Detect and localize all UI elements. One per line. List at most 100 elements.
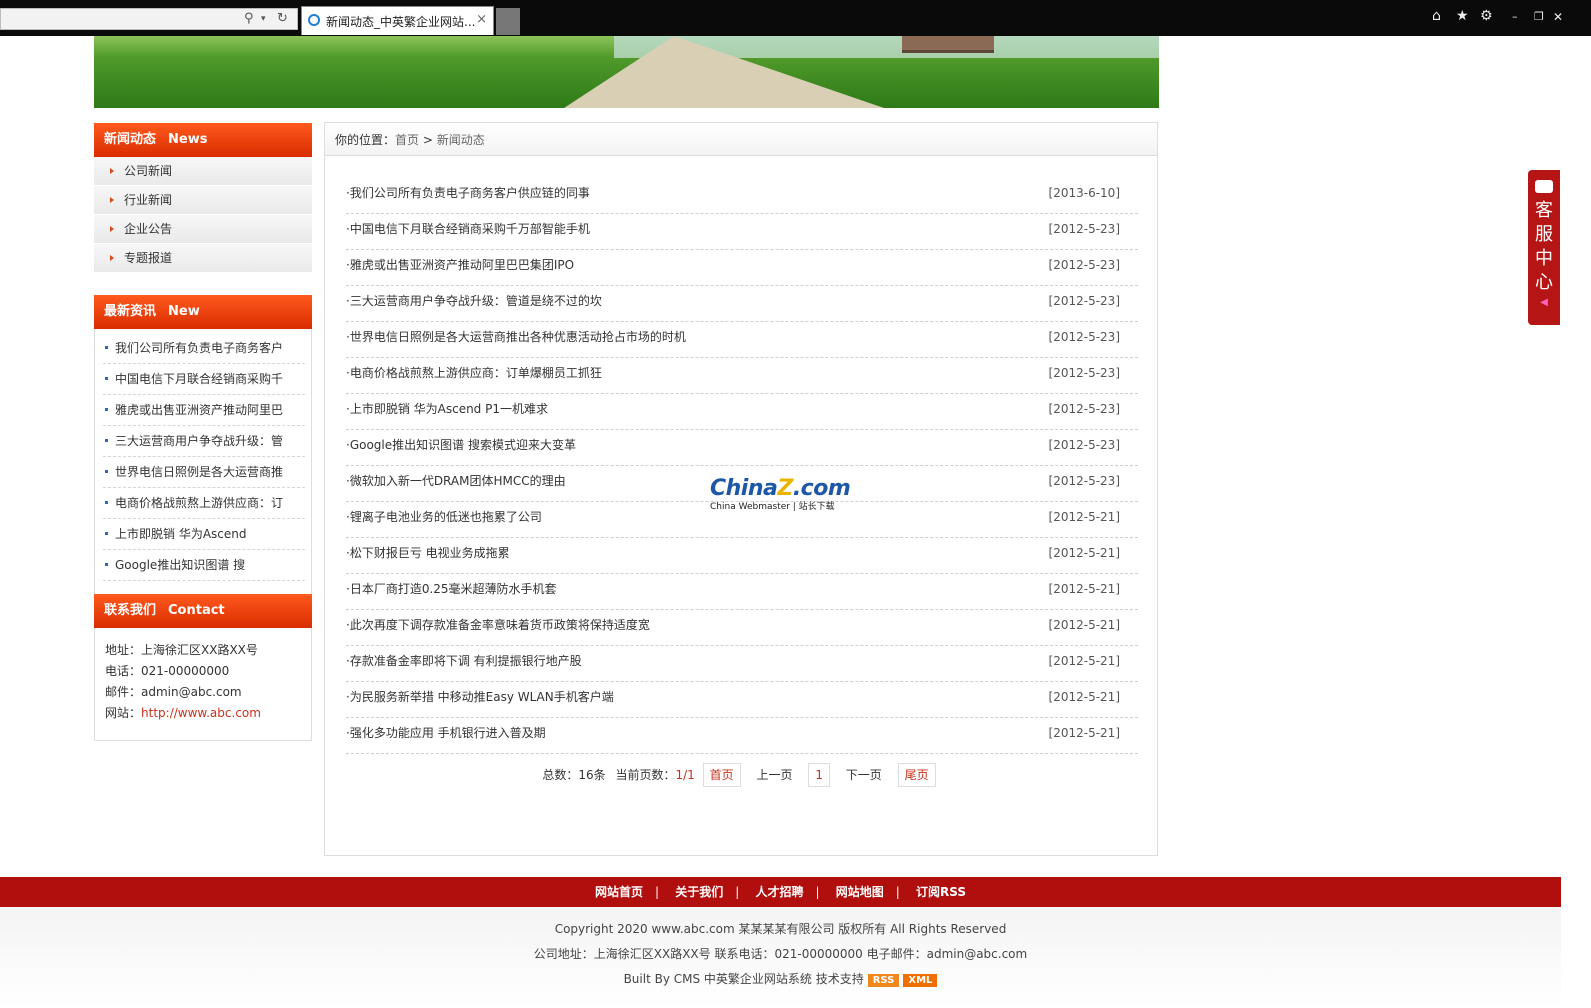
home-icon[interactable]: ⌂ <box>1432 8 1441 24</box>
footer-link-sitemap[interactable]: 网站地图 <box>836 885 884 899</box>
watermark-brand-b: .com <box>792 476 851 501</box>
article-title[interactable]: ·存款准备金率即将下调 有利提振银行地产股 <box>346 646 582 677</box>
refresh-icon[interactable]: ↻ <box>277 11 288 26</box>
article-title[interactable]: ·日本厂商打造0.25毫米超薄防水手机套 <box>346 574 557 605</box>
article-row[interactable]: ·三大运营商用户争夺战升级：管道是绕不过的坎 [2012-5-23] <box>346 286 1138 322</box>
article-title[interactable]: ·电商价格战煎熬上游供应商：订单爆棚员工抓狂 <box>346 358 602 389</box>
contact-website: 网站：http://www.abc.com <box>105 703 301 724</box>
article-row[interactable]: ·Google推出知识图谱 搜索模式迎来大变革 [2012-5-23] <box>346 430 1138 466</box>
category-company-news[interactable]: 公司新闻 <box>94 157 312 186</box>
browser-toolbar: ⚲ ▾ ↻ 新闻动态_中英繁企业网站... × ⌂ ★ ⚙ – ❐ ✕ <box>0 0 1591 36</box>
search-icon[interactable]: ⚲ <box>244 11 254 26</box>
footer-link-home[interactable]: 网站首页 <box>595 885 643 899</box>
latest-item[interactable]: 上市即脱销 华为Ascend <box>103 519 305 550</box>
article-date: [2012-5-21] <box>1048 546 1120 560</box>
watermark-brand-z: Z <box>777 476 793 501</box>
article-date: [2012-5-23] <box>1048 474 1120 488</box>
collapse-arrow-icon[interactable]: ◀ <box>1528 297 1560 308</box>
contact-info: 地址：上海徐汇区XX路XX号 电话：021-00000000 邮件：admin@… <box>94 628 312 741</box>
latest-section-title: 最新资讯 <box>104 304 157 319</box>
site-banner <box>94 36 1159 108</box>
address-bar[interactable]: ⚲ ▾ ↻ <box>0 8 298 30</box>
latest-item[interactable]: 雅虎或出售亚洲资产推动阿里巴 <box>103 395 305 426</box>
article-date: [2012-5-23] <box>1048 258 1120 272</box>
article-row[interactable]: ·松下财报巨亏 电视业务成拖累 [2012-5-21] <box>346 538 1138 574</box>
tab-title: 新闻动态_中英繁企业网站... <box>326 15 476 29</box>
article-title[interactable]: ·松下财报巨亏 电视业务成拖累 <box>346 538 510 569</box>
article-title[interactable]: ·强化多功能应用 手机银行进入普及期 <box>346 718 546 749</box>
article-date: [2012-5-21] <box>1048 510 1120 524</box>
customer-service-float[interactable]: 客 服 中 心 ◀ <box>1528 170 1560 325</box>
article-row[interactable]: ·存款准备金率即将下调 有利提振银行地产股 [2012-5-21] <box>346 646 1138 682</box>
article-list: ·我们公司所有负责电子商务客户供应链的同事 [2013-6-10] ·中国电信下月… <box>346 178 1138 754</box>
article-date: [2013-6-10] <box>1048 186 1120 200</box>
contact-section-header: 联系我们 Contact <box>94 594 312 628</box>
article-row[interactable]: ·上市即脱销 华为Ascend P1一机难求 [2012-5-23] <box>346 394 1138 430</box>
pager-next-button[interactable]: 下一页 <box>846 764 882 786</box>
pager-last-button[interactable]: 尾页 <box>897 763 936 787</box>
gear-icon[interactable]: ⚙ <box>1480 8 1493 24</box>
article-row[interactable]: ·电商价格战煎熬上游供应商：订单爆棚员工抓狂 [2012-5-23] <box>346 358 1138 394</box>
breadcrumb-home[interactable]: 首页 <box>395 133 419 147</box>
latest-item[interactable]: 三大运营商用户争夺战升级：管 <box>103 426 305 457</box>
contact-email: 邮件：admin@abc.com <box>105 685 242 699</box>
footer-link-rss[interactable]: 订阅RSS <box>916 885 966 899</box>
rss-badge[interactable]: RSS <box>867 974 900 987</box>
star-icon[interactable]: ★ <box>1456 8 1469 24</box>
article-title[interactable]: ·为民服务新举措 中移动推Easy WLAN手机客户端 <box>346 682 614 713</box>
article-title[interactable]: ·Google推出知识图谱 搜索模式迎来大变革 <box>346 430 576 461</box>
footer-separator: | <box>815 885 820 899</box>
contact-website-link[interactable]: http://www.abc.com <box>141 706 261 720</box>
article-date: [2012-5-21] <box>1048 690 1120 704</box>
article-row[interactable]: ·我们公司所有负责电子商务客户供应链的同事 [2013-6-10] <box>346 178 1138 214</box>
category-special-reports[interactable]: 专题报道 <box>94 244 312 273</box>
latest-item[interactable]: Google推出知识图谱 搜 <box>103 550 305 581</box>
footer-built-by: Built By CMS 中英繁企业网站系统 技术支持 <box>623 972 864 986</box>
xml-badge[interactable]: XML <box>903 974 938 987</box>
footer-nav: 网站首页 | 关于我们 | 人才招聘 | 网站地图 | 订阅RSS <box>0 877 1561 907</box>
article-title[interactable]: ·微软加入新一代DRAM团体HMCC的理由 <box>346 466 566 497</box>
category-announcements[interactable]: 企业公告 <box>94 215 312 244</box>
article-row[interactable]: ·强化多功能应用 手机银行进入普及期 [2012-5-21] <box>346 718 1138 754</box>
article-title[interactable]: ·此次再度下调存款准备金率意味着货币政策将保持适度宽 <box>346 610 650 641</box>
pager-prev-button[interactable]: 上一页 <box>756 764 792 786</box>
latest-item[interactable]: 电商价格战煎熬上游供应商：订 <box>103 488 305 519</box>
pager-page-1[interactable]: 1 <box>808 763 830 787</box>
pager-first-button[interactable]: 首页 <box>702 763 741 787</box>
pager-total: 总数：16条 <box>542 768 606 782</box>
close-window-icon[interactable]: ✕ <box>1553 10 1563 24</box>
footer-link-about[interactable]: 关于我们 <box>675 885 723 899</box>
article-title[interactable]: ·锂离子电池业务的低迷也拖累了公司 <box>346 502 542 533</box>
category-industry-news[interactable]: 行业新闻 <box>94 186 312 215</box>
close-tab-icon[interactable]: × <box>476 12 487 27</box>
article-row[interactable]: ·日本厂商打造0.25毫米超薄防水手机套 [2012-5-21] <box>346 574 1138 610</box>
latest-item[interactable]: 中国电信下月联合经销商采购千 <box>103 364 305 395</box>
latest-item[interactable]: 世界电信日照例是各大运营商推 <box>103 457 305 488</box>
article-row[interactable]: ·此次再度下调存款准备金率意味着货币政策将保持适度宽 [2012-5-21] <box>346 610 1138 646</box>
article-date: [2012-5-23] <box>1048 438 1120 452</box>
news-section-title-en: News <box>168 132 208 147</box>
article-title[interactable]: ·三大运营商用户争夺战升级：管道是绕不过的坎 <box>346 286 602 317</box>
site-footer: Copyright 2020 www.abc.com 某某某某有限公司 版权所有… <box>0 907 1561 1008</box>
article-row[interactable]: ·世界电信日照例是各大运营商推出各种优惠活动抢占市场的时机 [2012-5-23] <box>346 322 1138 358</box>
latest-item[interactable]: 我们公司所有负责电子商务客户 <box>103 333 305 364</box>
chinaz-watermark: ChinaZ.com China Webmaster | 站长下载 <box>710 476 860 512</box>
article-row[interactable]: ·为民服务新举措 中移动推Easy WLAN手机客户端 [2012-5-21] <box>346 682 1138 718</box>
restore-icon[interactable]: ❐ <box>1534 10 1544 23</box>
article-title[interactable]: ·雅虎或出售亚洲资产推动阿里巴巴集团IPO <box>346 250 574 281</box>
kefu-char: 中 <box>1535 248 1553 269</box>
minimize-icon[interactable]: – <box>1512 10 1518 23</box>
article-row[interactable]: ·中国电信下月联合经销商采购千万部智能手机 [2012-5-23] <box>346 214 1138 250</box>
article-title[interactable]: ·我们公司所有负责电子商务客户供应链的同事 <box>346 178 590 209</box>
article-title[interactable]: ·世界电信日照例是各大运营商推出各种优惠活动抢占市场的时机 <box>346 322 686 353</box>
new-tab-button[interactable] <box>496 8 520 35</box>
dropdown-icon[interactable]: ▾ <box>261 14 266 24</box>
footer-link-jobs[interactable]: 人才招聘 <box>756 885 804 899</box>
article-row[interactable]: ·雅虎或出售亚洲资产推动阿里巴巴集团IPO [2012-5-23] <box>346 250 1138 286</box>
kefu-char: 心 <box>1535 272 1553 293</box>
breadcrumb-current[interactable]: 新闻动态 <box>437 133 485 147</box>
article-title[interactable]: ·上市即脱销 华为Ascend P1一机难求 <box>346 394 548 425</box>
browser-tab[interactable]: 新闻动态_中英繁企业网站... × <box>301 6 494 35</box>
pager-current-value: 1/1 <box>675 768 695 782</box>
article-title[interactable]: ·中国电信下月联合经销商采购千万部智能手机 <box>346 214 590 245</box>
